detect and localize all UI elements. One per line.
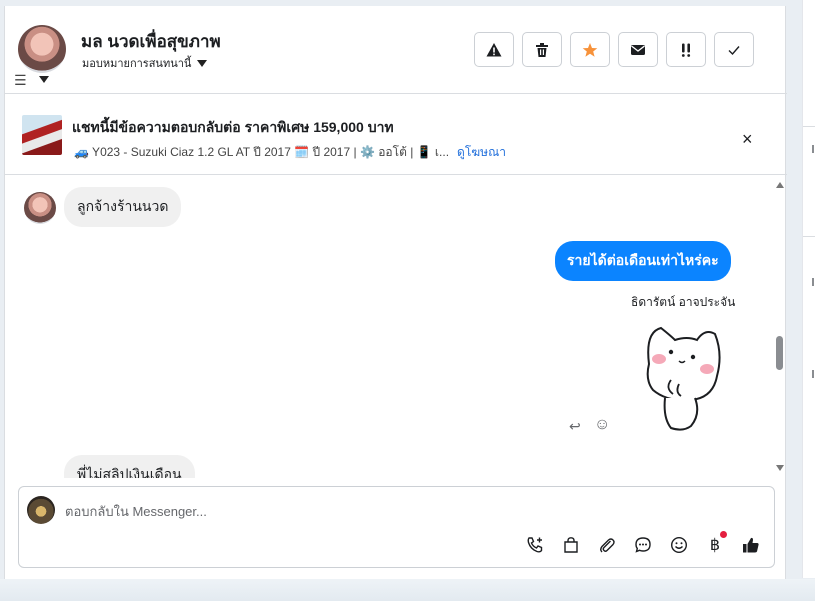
avatar[interactable] <box>18 25 66 73</box>
ad-context-banner: แชทนี้มีข้อความตอบกลับต่อ ราคาพิเศษ 159,… <box>5 95 787 175</box>
phone-plus-icon <box>527 537 543 553</box>
avatar[interactable] <box>24 192 56 224</box>
envelope-icon <box>631 44 645 55</box>
side-panel-edge <box>802 0 815 578</box>
reply-input[interactable] <box>65 499 725 523</box>
scrollbar-thumb[interactable] <box>776 336 783 370</box>
message-bubble-outgoing[interactable]: รายได้ต่อเดือนเท่าไหร่คะ <box>555 241 731 281</box>
chevron-down-icon[interactable] <box>39 76 49 83</box>
chevron-down-icon <box>197 59 208 67</box>
chat-bubble-icon <box>635 537 651 553</box>
mark-important-button[interactable] <box>666 32 706 67</box>
ad-details: 🚙 Y023 - Suzuki Ciaz 1.2 GL AT ปี 2017 🗓… <box>74 145 450 159</box>
mark-unread-button[interactable] <box>618 32 658 67</box>
star-button[interactable] <box>570 32 610 67</box>
scroll-down-arrow[interactable] <box>776 465 784 471</box>
ad-details-row: 🚙 Y023 - Suzuki Ciaz 1.2 GL AT ปี 2017 🗓… <box>74 143 506 162</box>
sender-name: ธิดารัตน์ อาจประจัน <box>631 295 736 309</box>
message-bubble-incoming[interactable]: พี่ไม่สลิปเงินเดือน <box>64 455 195 478</box>
thumbs-up-icon <box>743 537 759 553</box>
exclamation-icon <box>681 43 691 57</box>
like-button[interactable] <box>740 534 762 556</box>
mark-done-button[interactable] <box>714 32 754 67</box>
ad-thumbnail[interactable] <box>22 115 62 155</box>
composer-toolbar: ฿ <box>524 531 762 556</box>
call-button[interactable] <box>524 534 546 556</box>
message-bubble-incoming[interactable]: ลูกจ้างร้านนวด <box>64 187 182 227</box>
scrollbar[interactable] <box>773 176 787 478</box>
delete-button[interactable] <box>522 32 562 67</box>
saved-replies-button[interactable] <box>632 534 654 556</box>
smile-icon <box>670 536 688 554</box>
shop-button[interactable] <box>560 534 582 556</box>
payment-button[interactable]: ฿ <box>704 531 727 556</box>
notification-badge <box>720 531 727 538</box>
bag-icon <box>564 537 578 553</box>
assign-dropdown[interactable]: มอบหมายการสนทนานี้ <box>82 54 208 72</box>
check-icon <box>728 45 740 55</box>
header-actions <box>474 32 754 67</box>
message-composer: ฿ <box>18 486 775 568</box>
attach-button[interactable] <box>596 534 618 556</box>
trash-icon <box>536 42 548 57</box>
emoji-button[interactable] <box>668 534 690 556</box>
assign-label: มอบหมายการสนทนานี้ <box>82 58 192 70</box>
view-ad-link[interactable]: ดูโฆษณา <box>457 143 506 162</box>
reply-icon[interactable]: ↩ <box>569 418 581 435</box>
paperclip-icon <box>600 538 615 553</box>
page-background <box>0 579 815 601</box>
scroll-up-arrow[interactable] <box>776 182 784 188</box>
warning-icon <box>486 42 502 56</box>
ad-title: แชทนี้มีข้อความตอบกลับต่อ ราคาพิเศษ 159,… <box>72 119 394 135</box>
message-thread[interactable]: ลูกจ้างร้านนวด รายได้ต่อเดือนเท่าไหร่คะ … <box>5 176 787 478</box>
contact-name[interactable]: มล นวดเพื่อสุขภาพ <box>81 28 221 55</box>
conversation-header: ☰ มล นวดเพื่อสุขภาพ มอบหมายการสนทนานี้ <box>5 6 787 94</box>
report-button[interactable] <box>474 32 514 67</box>
close-icon[interactable]: × <box>742 129 753 150</box>
avatar <box>27 496 55 524</box>
react-icon[interactable]: ☺ <box>594 416 610 434</box>
star-icon <box>582 42 598 57</box>
conversation-panel: ☰ มล นวดเพื่อสุขภาพ มอบหมายการสนทนานี้ แ… <box>4 6 787 579</box>
cat-sticker[interactable] <box>635 314 725 432</box>
filter-icon[interactable]: ☰ <box>14 72 27 89</box>
baht-icon: ฿ <box>709 537 721 554</box>
